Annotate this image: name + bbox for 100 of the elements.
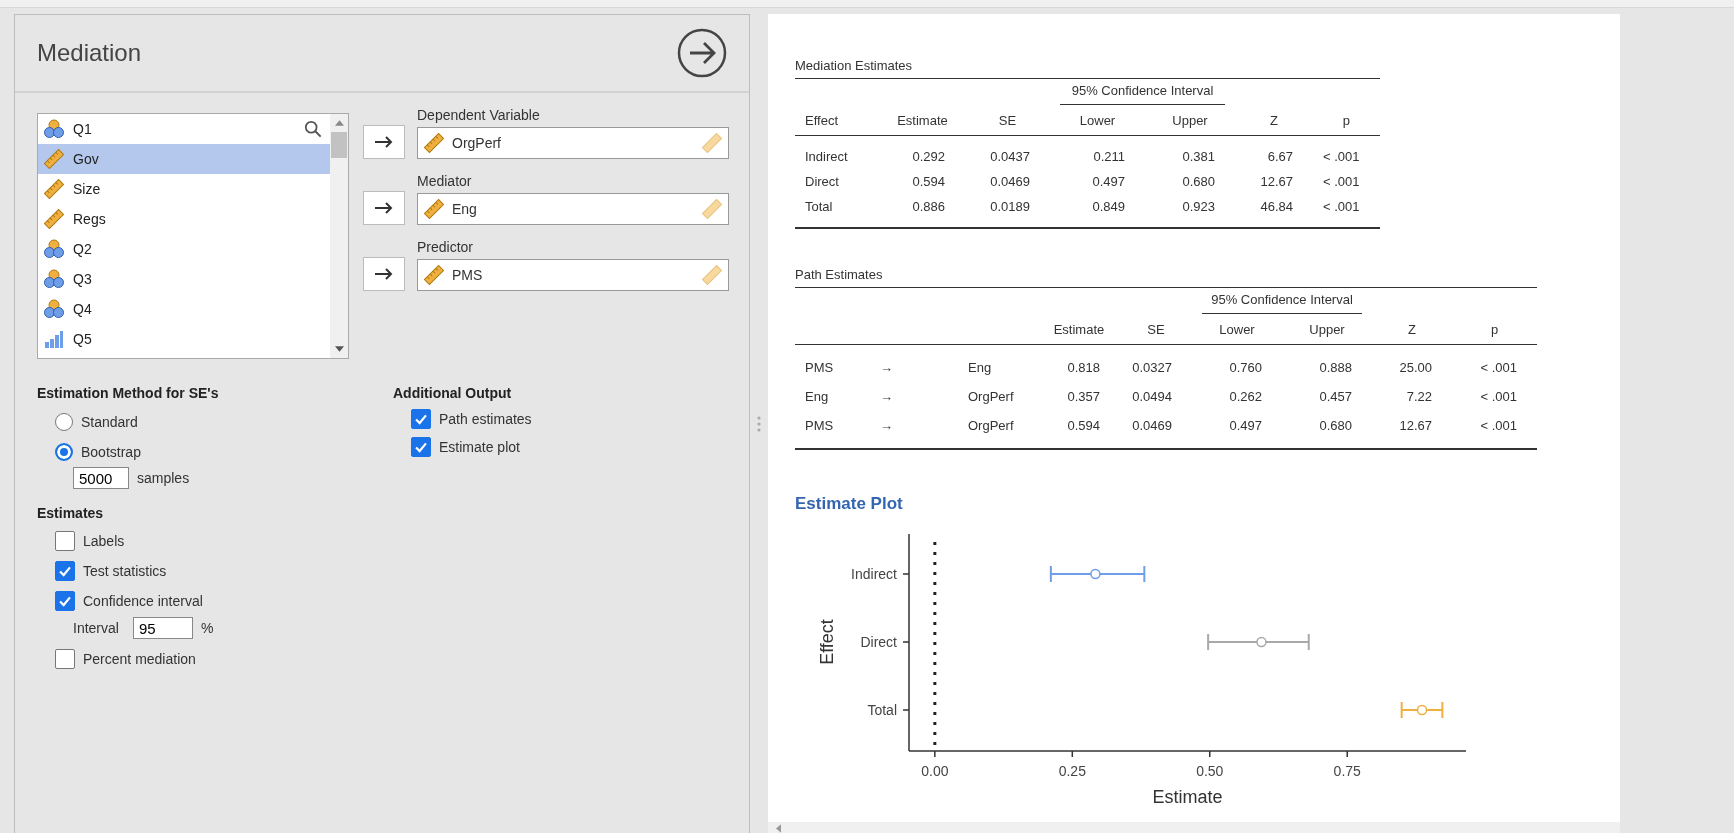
nominal-icon — [44, 239, 64, 259]
option-label: Percent mediation — [83, 651, 196, 667]
table-cell: 12.67 — [1260, 174, 1293, 189]
axis-label: Direct — [860, 634, 897, 650]
field-label: Interval — [73, 620, 119, 636]
table-cell: 0.497 — [1092, 174, 1125, 189]
table-cell: 0.0469 — [1132, 418, 1172, 433]
scroll-up-icon[interactable] — [334, 120, 344, 126]
move-button[interactable] — [363, 191, 405, 225]
interval-field[interactable]: 95 — [132, 617, 193, 639]
table-cell: PMS — [805, 360, 834, 375]
unit-label: samples — [137, 470, 190, 486]
drag-handle-icon[interactable] — [757, 416, 761, 432]
variable-item[interactable]: Q4 — [38, 294, 330, 324]
option-label: Test statistics — [83, 563, 167, 579]
estimate-point — [1090, 568, 1101, 580]
column-header: SE — [1147, 321, 1165, 337]
variable-field[interactable]: PMS — [417, 259, 729, 291]
option-label: Standard — [81, 414, 138, 430]
arrow-symbol: → — [880, 389, 893, 404]
section-heading: Additional Output — [393, 385, 513, 401]
panel-title: Mediation — [37, 39, 142, 67]
axis-title: Effect — [817, 619, 837, 665]
axis-label: 0.25 — [1058, 763, 1086, 779]
table-cell: PMS — [805, 418, 834, 433]
scroll-down-icon[interactable] — [334, 346, 344, 352]
table-cell: 0.497 — [1229, 418, 1262, 433]
table-cell: 0.923 — [1182, 199, 1215, 214]
axis-label: 0.50 — [1196, 763, 1224, 779]
column-header: Effect — [805, 112, 838, 128]
variable-field[interactable]: OrgPerf — [417, 127, 729, 159]
axis-label: Indirect — [851, 566, 897, 582]
variable-item[interactable]: Size — [38, 174, 330, 204]
column-header: Upper — [1309, 321, 1345, 337]
table-cell: 0.594 — [1067, 418, 1100, 433]
checkbox[interactable] — [411, 437, 431, 457]
table-cell: 0.0494 — [1132, 389, 1172, 404]
table-cell: Direct — [805, 174, 839, 189]
arrow-right-circle-icon[interactable] — [677, 28, 727, 78]
table-cell: 0.849 — [1092, 199, 1125, 214]
variable-field[interactable]: Eng — [417, 193, 729, 225]
column-header: Lower — [1079, 112, 1116, 128]
scroll-thumb[interactable] — [331, 132, 347, 158]
column-header: p — [1490, 321, 1499, 337]
arrow-symbol: → — [880, 418, 893, 433]
variable-item[interactable]: Q2 — [38, 234, 330, 264]
arrow-right-icon — [374, 202, 394, 214]
radio-button[interactable] — [55, 443, 73, 461]
scroll-left-icon[interactable] — [776, 823, 781, 833]
table-title: Mediation Estimates — [795, 58, 913, 75]
table-cell: 0.680 — [1182, 174, 1215, 189]
variable-item[interactable]: Q5 — [38, 324, 330, 354]
section-heading: Estimation Method for SE's — [37, 385, 220, 401]
field-label: Mediator — [417, 173, 473, 189]
table-cell: 0.381 — [1182, 149, 1215, 164]
checkbox[interactable] — [55, 591, 75, 611]
radio-button[interactable] — [55, 413, 73, 431]
variable-item[interactable]: Regs — [38, 204, 330, 234]
column-header: p — [1342, 112, 1350, 128]
table-cell: 0.594 — [912, 174, 945, 189]
move-button[interactable] — [363, 257, 405, 291]
table-cell: 0.888 — [1319, 360, 1352, 375]
samples-field[interactable]: 5000 — [73, 467, 129, 489]
table-cell: < .001 — [1323, 199, 1360, 214]
checkbox[interactable] — [55, 649, 75, 669]
nominal-icon — [44, 119, 64, 139]
axis-label: 0.00 — [921, 763, 949, 779]
table-cell: 6.67 — [1267, 149, 1293, 164]
table-cell: 0.211 — [1093, 149, 1125, 164]
variable-item[interactable]: Q1 — [38, 114, 330, 144]
column-header: Estimate — [897, 112, 948, 128]
axis-label: Total — [867, 702, 897, 718]
table-cell: < .001 — [1480, 418, 1517, 433]
field-label: Predictor — [417, 239, 475, 255]
nominal-icon — [44, 299, 64, 319]
table-cell: Total — [805, 199, 833, 214]
table-cell: < .001 — [1480, 360, 1517, 375]
variable-item[interactable]: Gov — [38, 144, 330, 174]
table-cell: 0.818 — [1067, 360, 1100, 375]
column-header: Z — [1270, 112, 1278, 128]
axis-title: Estimate — [1152, 787, 1223, 807]
section-heading: Estimates — [37, 505, 105, 521]
checkbox[interactable] — [55, 531, 75, 551]
table-cell: < .001 — [1480, 389, 1517, 404]
checkbox[interactable] — [55, 561, 75, 581]
search-icon[interactable] — [304, 120, 322, 138]
bar-chart-icon — [44, 329, 64, 349]
move-button[interactable] — [363, 125, 405, 159]
checkbox[interactable] — [411, 409, 431, 429]
table-cell: Eng — [805, 389, 829, 404]
column-header: SE — [998, 112, 1017, 128]
axis-label: 0.75 — [1333, 763, 1361, 779]
variable-item[interactable]: Q3 — [38, 264, 330, 294]
horizontal-scrollbar[interactable] — [768, 822, 1620, 833]
scrollbar[interactable] — [330, 114, 348, 358]
column-header: Estimate — [1053, 321, 1105, 337]
table-cell: 0.886 — [912, 199, 945, 214]
arrow-right-icon — [374, 268, 394, 280]
table-cell: 7.22 — [1406, 389, 1432, 404]
column-header: Lower — [1219, 321, 1255, 337]
